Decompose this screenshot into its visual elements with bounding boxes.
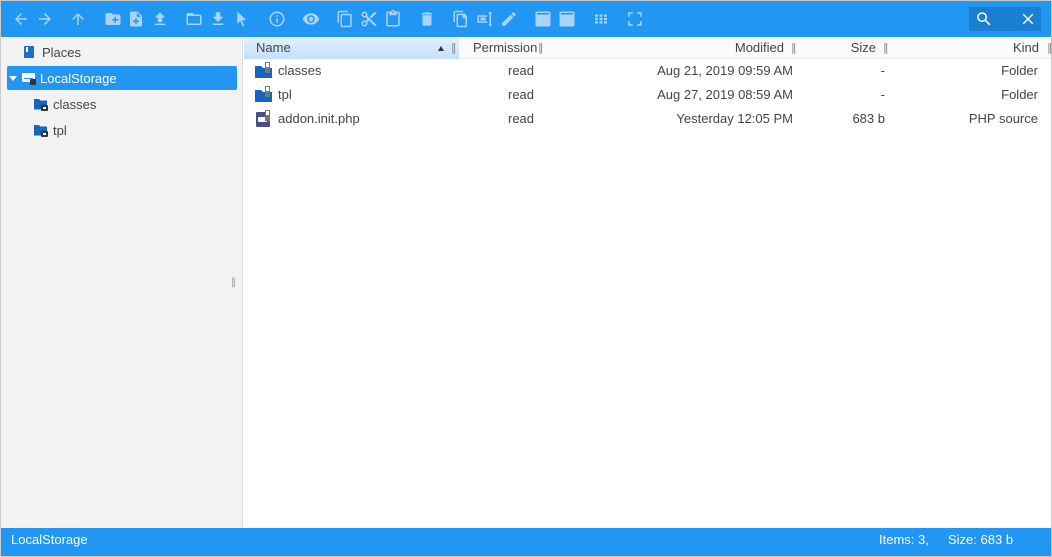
column-header-modified[interactable]: Modified ‖	[544, 37, 797, 59]
tree-item-label: tpl	[53, 122, 67, 138]
cell-name: tpl	[278, 87, 292, 102]
file-list: Name ‖ Permission ‖ Modified ‖ Size ‖ Ki…	[244, 37, 1052, 528]
preview-eye-icon[interactable]	[302, 10, 320, 28]
clear-search-icon[interactable]	[1019, 10, 1037, 28]
open-folder-icon[interactable]	[185, 10, 203, 28]
search-box[interactable]	[969, 7, 1041, 31]
table-row[interactable]: tpl read Aug 27, 2019 08:59 AM - Folder	[244, 83, 1051, 107]
fullscreen-icon[interactable]	[626, 10, 644, 28]
cell-permission: read	[508, 87, 535, 102]
status-bar: LocalStorage Items: 3, Size: 683 b	[1, 528, 1051, 556]
places-icon	[24, 46, 34, 58]
search-input[interactable]	[997, 10, 1017, 28]
cell-modified: Yesterday 12:05 PM	[676, 111, 793, 126]
back-arrow-icon[interactable]	[12, 10, 30, 28]
up-arrow-icon[interactable]	[69, 10, 87, 28]
cell-modified: Aug 27, 2019 08:59 AM	[657, 87, 793, 102]
archive-icon[interactable]	[534, 10, 552, 28]
rename-icon[interactable]	[476, 10, 494, 28]
forward-arrow-icon[interactable]	[36, 10, 54, 28]
drive-lock-icon	[22, 73, 36, 85]
paste-icon[interactable]	[384, 10, 402, 28]
column-header-label: Name	[256, 40, 291, 55]
navbar: Places LocalStorage classes tpl ‖	[1, 37, 243, 528]
column-resize-handle[interactable]: ‖	[1047, 37, 1052, 59]
folder-lock-icon	[255, 62, 272, 78]
status-items: Items: 3,	[879, 532, 929, 547]
upload-icon[interactable]	[151, 10, 169, 28]
extract-icon[interactable]	[558, 10, 576, 28]
cell-permission: read	[508, 63, 535, 78]
column-header-label: Size	[850, 40, 876, 55]
tree-item-label: classes	[53, 96, 97, 112]
new-file-icon[interactable]	[127, 10, 145, 28]
cell-size: -	[880, 63, 885, 78]
select-pointer-icon[interactable]	[232, 10, 250, 28]
duplicate-icon[interactable]	[452, 10, 470, 28]
table-header: Name ‖ Permission ‖ Modified ‖ Size ‖ Ki…	[244, 37, 1052, 59]
toolbar	[1, 1, 1051, 37]
file-manager-window: Places LocalStorage classes tpl ‖ Name ‖…	[0, 0, 1052, 557]
folder-lock-icon	[34, 125, 48, 137]
php-file-icon	[256, 110, 270, 127]
cell-kind: PHP source	[968, 111, 1038, 126]
cell-modified: Aug 21, 2019 09:59 AM	[657, 63, 793, 78]
column-header-kind[interactable]: Kind ‖	[886, 37, 1052, 59]
cell-name: addon.init.php	[278, 111, 360, 126]
info-icon[interactable]	[268, 10, 286, 28]
places-item[interactable]: Places	[21, 40, 231, 64]
download-icon[interactable]	[209, 10, 227, 28]
delete-icon[interactable]	[418, 10, 436, 28]
sort-asc-icon	[438, 46, 444, 51]
search-icon[interactable]	[975, 10, 993, 28]
column-header-size[interactable]: Size ‖	[794, 37, 889, 59]
tree-root-localstorage[interactable]: LocalStorage	[7, 66, 237, 90]
tree-root-label: LocalStorage	[40, 70, 117, 86]
navbar-resize-handle[interactable]: ‖	[231, 277, 236, 288]
status-size: Size: 683 b	[948, 532, 1014, 547]
table-row[interactable]: addon.init.php read Yesterday 12:05 PM 6…	[244, 107, 1051, 131]
tree-item-classes[interactable]: classes	[33, 92, 231, 116]
column-header-label: Kind	[1012, 40, 1039, 55]
cut-icon[interactable]	[360, 10, 378, 28]
table-row[interactable]: classes read Aug 21, 2019 09:59 AM - Fol…	[244, 59, 1051, 83]
tree-item-tpl[interactable]: tpl	[33, 118, 231, 142]
grid-view-icon[interactable]	[592, 10, 610, 28]
column-resize-handle[interactable]: ‖	[538, 37, 544, 59]
expand-arrow-icon[interactable]	[9, 75, 17, 81]
new-folder-icon[interactable]	[104, 10, 122, 28]
cell-kind: Folder	[1001, 63, 1038, 78]
cell-kind: Folder	[1001, 87, 1038, 102]
status-path: LocalStorage	[11, 532, 88, 547]
copy-icon[interactable]	[336, 10, 354, 28]
column-header-name[interactable]: Name ‖	[244, 37, 459, 59]
folder-lock-icon	[255, 86, 272, 102]
column-header-label: Permission	[473, 40, 538, 55]
places-label: Places	[42, 44, 82, 60]
column-header-label: Modified	[734, 40, 784, 55]
cell-size: -	[880, 87, 885, 102]
column-resize-handle[interactable]: ‖	[451, 37, 457, 59]
edit-pencil-icon[interactable]	[500, 10, 518, 28]
cell-permission: read	[508, 111, 535, 126]
folder-lock-icon	[34, 99, 48, 111]
cell-name: classes	[278, 63, 322, 78]
cell-size: 683 b	[852, 111, 885, 126]
column-header-permission[interactable]: Permission ‖	[459, 37, 544, 59]
